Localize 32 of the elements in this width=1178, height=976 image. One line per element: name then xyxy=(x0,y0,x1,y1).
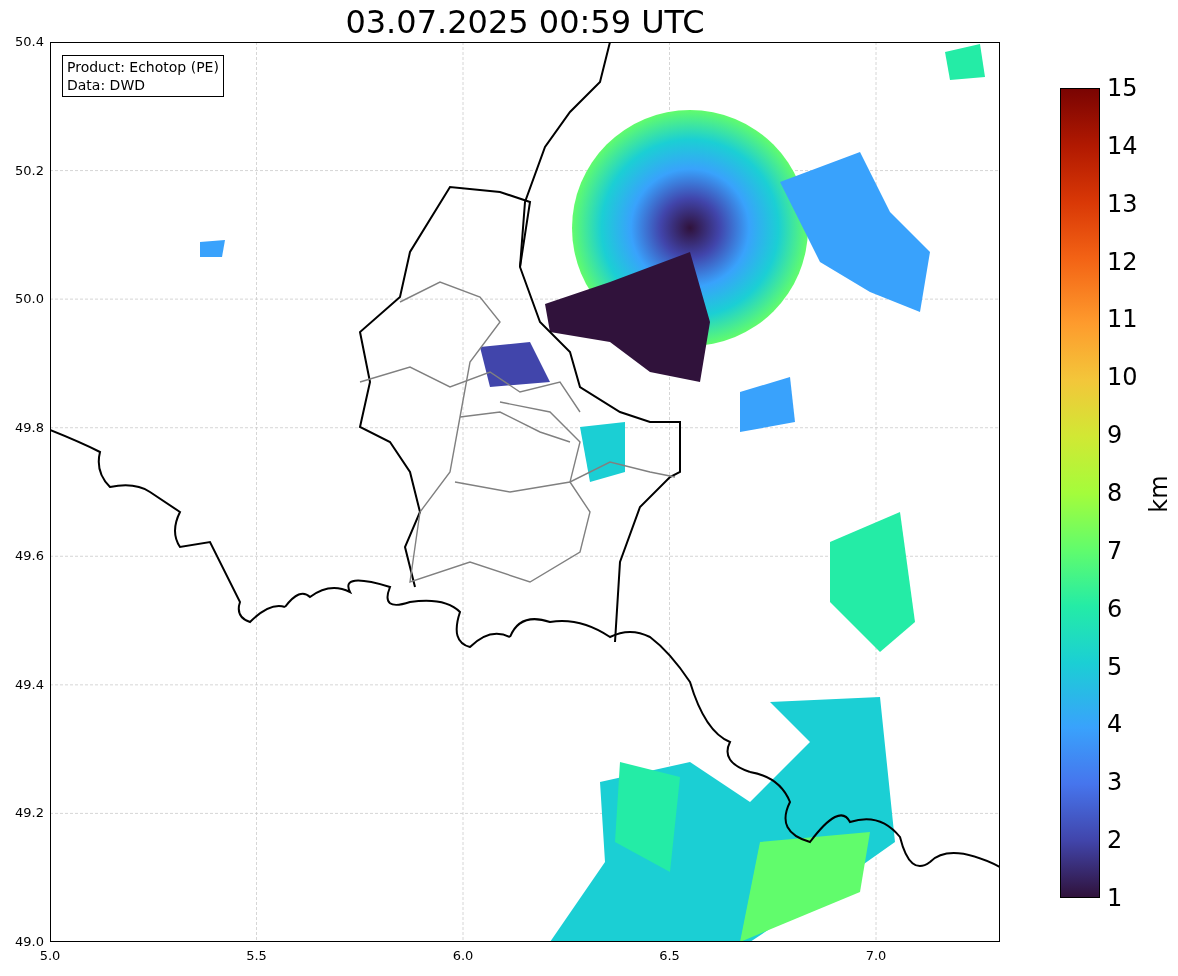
colorbar-tick-label: 14 xyxy=(1107,131,1138,160)
colorbar-tick-label: 8 xyxy=(1107,479,1123,507)
colorbar-tick-label: 5 xyxy=(1107,652,1123,681)
axis-tick-label: 5.0 xyxy=(39,948,61,964)
axis-tick-label: 50.0 xyxy=(15,291,44,308)
colorbar-tick-label: 9 xyxy=(1107,421,1123,450)
colorbar-tick-label: 12 xyxy=(1107,247,1138,276)
axis-tick-label: 6.5 xyxy=(659,948,680,964)
colorbar-tick-label: 11 xyxy=(1107,305,1138,334)
axis-tick-label: 49.2 xyxy=(15,805,44,822)
axis-tick-label: 49.4 xyxy=(15,676,44,693)
colorbar-tick-label: 10 xyxy=(1107,363,1138,392)
axis-tick-label: 50.2 xyxy=(15,162,44,179)
chart-title: 03.07.2025 00:59 UTC xyxy=(344,2,706,42)
axis-tick-label: 50.4 xyxy=(15,34,44,50)
colorbar-tick-label: 1 xyxy=(1107,884,1123,912)
colorbar-tick-label: 3 xyxy=(1107,768,1123,797)
axis-tick-label: 5.5 xyxy=(246,948,267,964)
axis-tick-label: 7.0 xyxy=(865,948,887,964)
axis-tick-label: 49.8 xyxy=(15,419,44,436)
colorbar-tick-label: 2 xyxy=(1107,826,1123,855)
axis-tick-label: 49.0 xyxy=(15,934,44,950)
legend-text: Data: DWD xyxy=(67,76,146,94)
colorbar-label: km xyxy=(1144,475,1173,513)
legend-text: Product: Echotop (PE) xyxy=(67,58,219,76)
colorbar-tick-label: 4 xyxy=(1107,710,1123,739)
axis-tick-label: 49.6 xyxy=(15,548,44,565)
colorbar-tick-label: 13 xyxy=(1107,189,1138,218)
colorbar-tick-label: 15 xyxy=(1107,74,1138,102)
colorbar-tick-label: 6 xyxy=(1107,594,1123,623)
colorbar-tick-label: 7 xyxy=(1107,536,1123,565)
axis-tick-label: 6.0 xyxy=(452,948,474,964)
